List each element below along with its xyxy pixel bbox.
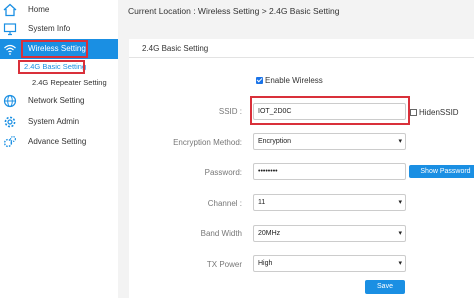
band-width-value: 20MHz <box>258 230 281 237</box>
channel-label: Channel : <box>207 199 242 208</box>
nav-advance-setting-label: Advance Setting <box>28 137 87 146</box>
ssid-highlight-box <box>250 96 410 125</box>
channel-select[interactable]: 11 ▾ <box>253 194 406 211</box>
chevron-down-icon: ▾ <box>398 260 402 267</box>
wifi-icon <box>4 44 16 55</box>
chevron-down-icon: ▾ <box>398 138 402 145</box>
show-password-button[interactable]: Show Password <box>409 165 474 178</box>
basic-setting-highlight-box <box>18 60 85 74</box>
password-label: Password: <box>204 168 242 177</box>
main-content: Current Location : Wireless Setting > 2.… <box>118 0 474 298</box>
breadcrumb: Current Location : Wireless Setting > 2.… <box>128 6 340 16</box>
encryption-select[interactable]: Encryption ▾ <box>253 133 406 150</box>
sidebar: Home System Info Wireless Setting 2.4G B… <box>0 0 118 298</box>
tx-power-label: TX Power <box>206 260 242 269</box>
hide-ssid-label: HidenSSID <box>419 108 459 117</box>
panel-divider <box>129 57 474 58</box>
nav-network-setting-label: Network Setting <box>28 96 85 105</box>
gear-icon <box>4 116 16 128</box>
ssid-label: SSID : <box>218 107 242 116</box>
nav-home-label: Home <box>28 5 50 14</box>
enable-wireless-label: Enable Wireless <box>265 76 323 85</box>
gears-icon <box>3 135 17 148</box>
home-icon <box>3 3 17 17</box>
panel-title: 2.4G Basic Setting <box>142 44 209 53</box>
encryption-value: Encryption <box>258 138 292 145</box>
chevron-down-icon: ▾ <box>398 230 402 237</box>
band-width-select[interactable]: 20MHz ▾ <box>253 225 406 242</box>
nav-system-info-label: System Info <box>28 24 71 33</box>
monitor-icon <box>3 23 17 36</box>
subnav-repeater-setting[interactable]: 2.4G Repeater Setting <box>32 78 107 91</box>
password-input[interactable]: •••••••• <box>253 163 406 180</box>
password-value: •••••••• <box>258 168 278 175</box>
globe-icon <box>3 94 17 108</box>
channel-value: 11 <box>258 199 266 206</box>
hide-ssid-checkbox[interactable] <box>410 109 417 116</box>
tx-power-value: High <box>258 260 273 267</box>
chevron-down-icon: ▾ <box>398 199 402 206</box>
nav-system-admin-label: System Admin <box>28 117 80 126</box>
nav-home[interactable]: Home <box>0 0 118 20</box>
band-width-label: Band Width <box>200 229 242 238</box>
settings-panel: 2.4G Basic Setting Enable Wireless SSID … <box>129 39 474 298</box>
enable-wireless-checkbox[interactable] <box>256 77 263 84</box>
nav-system-info[interactable]: System Info <box>0 19 118 39</box>
wireless-highlight-box <box>21 40 88 58</box>
save-button[interactable]: Save <box>365 280 405 294</box>
tx-power-select[interactable]: High ▾ <box>253 255 406 272</box>
nav-system-admin[interactable]: System Admin <box>0 112 118 132</box>
encryption-label: Encryption Method: <box>173 138 242 147</box>
nav-advance-setting[interactable]: Advance Setting <box>0 132 118 152</box>
nav-network-setting[interactable]: Network Setting <box>0 91 118 111</box>
